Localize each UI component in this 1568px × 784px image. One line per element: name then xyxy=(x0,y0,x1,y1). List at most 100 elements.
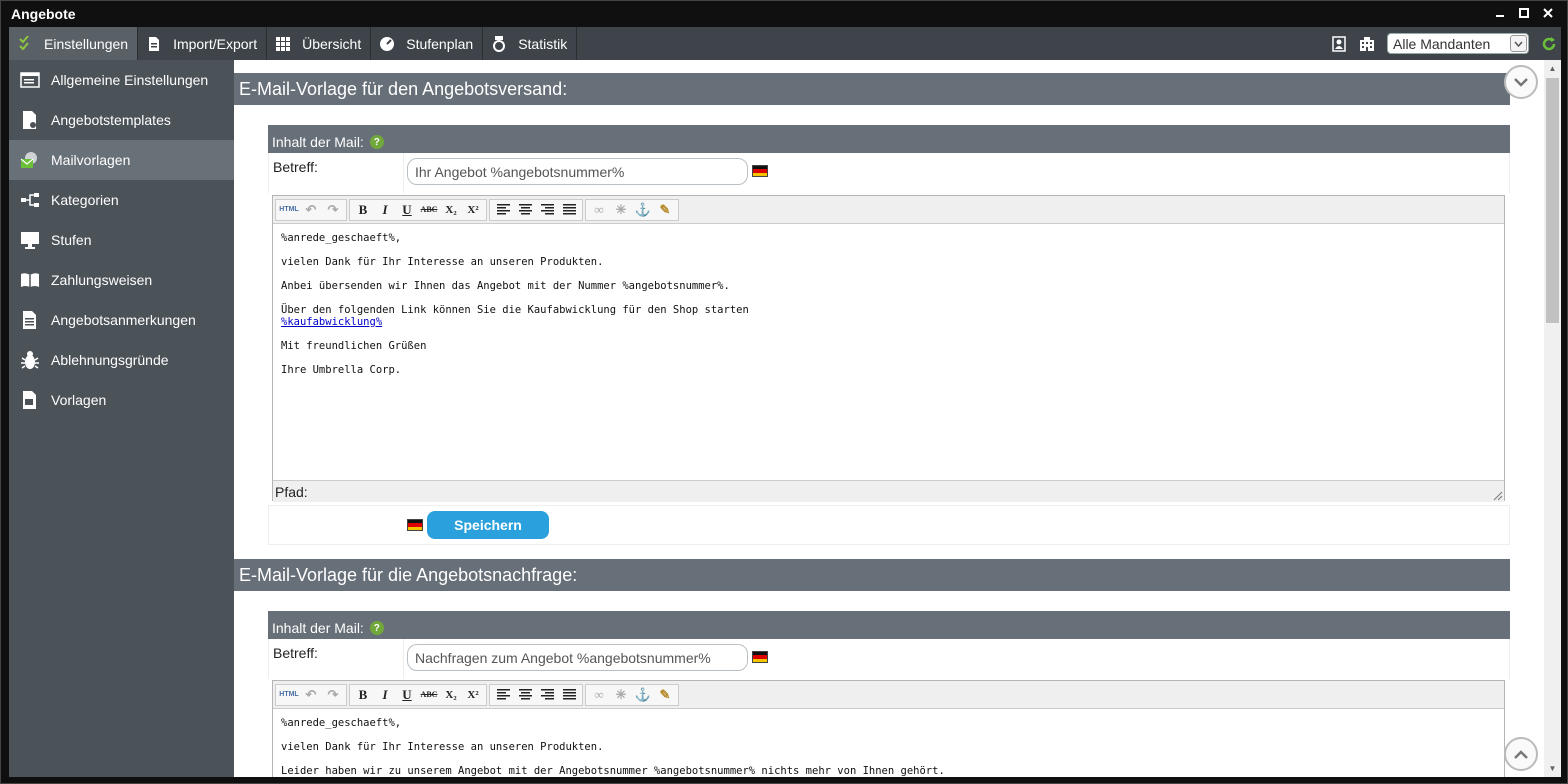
body-line: Ihre Umbrella Corp. xyxy=(281,364,402,376)
german-flag-icon[interactable] xyxy=(752,165,768,177)
italic-button[interactable]: I xyxy=(374,200,396,220)
kaufabwicklung-link[interactable]: %kaufabwicklung% xyxy=(281,316,382,328)
save-button[interactable]: Speichern xyxy=(427,511,549,539)
align-left-icon[interactable] xyxy=(492,200,514,220)
align-justify-icon[interactable] xyxy=(558,685,580,705)
html-source-button[interactable]: HTML xyxy=(278,200,300,220)
window-title: Angebote xyxy=(11,6,76,22)
scroll-down-arrow-icon[interactable]: ▼ xyxy=(1544,760,1561,777)
sidebar-item-stufen[interactable]: Stufen xyxy=(9,220,234,260)
align-center-icon[interactable] xyxy=(514,200,536,220)
scrollbar-thumb[interactable] xyxy=(1546,78,1559,323)
anchor-icon[interactable]: ⚓ xyxy=(632,200,654,220)
sidebar-item-zahlungsweisen[interactable]: Zahlungsweisen xyxy=(9,260,234,300)
scroll-up-arrow-icon[interactable]: ▲ xyxy=(1544,60,1561,77)
align-center-icon[interactable] xyxy=(514,685,536,705)
sidebar-item-angebotstemplates[interactable]: Angebotstemplates xyxy=(9,100,234,140)
unlink-icon[interactable]: ✳ xyxy=(610,200,632,220)
bold-button[interactable]: B xyxy=(352,685,374,705)
hierarchy-icon xyxy=(19,189,41,211)
subject-input[interactable]: Ihr Angebot %angebotsnummer% xyxy=(407,158,748,185)
help-icon[interactable]: ? xyxy=(369,621,384,635)
align-left-icon[interactable] xyxy=(492,685,514,705)
editor-body[interactable]: %anrede_geschaeft%, vielen Dank für Ihr … xyxy=(273,224,1504,480)
tab-statistik[interactable]: Statistik xyxy=(483,27,578,60)
tab-uebersicht[interactable]: Übersicht xyxy=(267,27,372,60)
anchor-icon[interactable]: ⚓ xyxy=(632,685,654,705)
superscript-button[interactable]: X² xyxy=(462,685,484,705)
tab-einstellungen[interactable]: Einstellungen xyxy=(9,27,139,60)
editor-group-source: HTML ↶ ↷ xyxy=(275,198,347,221)
sidebar-item-vorlagen[interactable]: Vorlagen xyxy=(9,380,234,420)
superscript-button[interactable]: X² xyxy=(462,200,484,220)
subject-row: Betreff: Ihr Angebot %angebotsnummer% xyxy=(268,153,1510,193)
undo-icon[interactable]: ↶ xyxy=(300,200,322,220)
body-line: %anrede_geschaeft%, xyxy=(281,232,402,244)
mail-template-nachfrage: Inhalt der Mail: ? Betreff: Nachfragen z… xyxy=(268,611,1510,777)
maximize-icon[interactable] xyxy=(1515,4,1533,22)
tab-label: Stufenplan xyxy=(406,35,474,52)
subscript-button[interactable]: X₂ xyxy=(440,685,462,705)
main-content: E-Mail-Vorlage für den Angebotsversand: … xyxy=(234,60,1544,777)
window-list-icon xyxy=(19,69,41,91)
sidebar-item-ablehnungsgruende[interactable]: Ablehnungsgründe xyxy=(9,340,234,380)
close-icon[interactable] xyxy=(1539,4,1557,22)
editor-group-link: ∞ ✳ ⚓ ✎ xyxy=(585,198,679,221)
strikethrough-button[interactable]: ABC xyxy=(418,200,440,220)
checklist-icon xyxy=(17,35,33,52)
scroll-down-button[interactable] xyxy=(1504,65,1538,99)
gauge-icon xyxy=(379,36,395,52)
cleanup-brush-icon[interactable]: ✎ xyxy=(654,685,676,705)
german-flag-icon[interactable] xyxy=(407,519,423,531)
link-icon[interactable]: ∞ xyxy=(588,685,610,705)
minimize-icon[interactable] xyxy=(1491,4,1509,22)
refresh-icon[interactable] xyxy=(1541,36,1557,52)
scroll-up-button[interactable] xyxy=(1504,737,1538,771)
italic-button[interactable]: I xyxy=(374,685,396,705)
mandant-select[interactable]: Alle Mandanten xyxy=(1387,33,1529,54)
subscript-button[interactable]: X₂ xyxy=(440,200,462,220)
unlink-icon[interactable]: ✳ xyxy=(610,685,632,705)
tab-label: Übersicht xyxy=(302,35,362,52)
underline-button[interactable]: U xyxy=(396,200,418,220)
building-icon[interactable] xyxy=(1359,36,1375,52)
mail-content-label: Inhalt der Mail: xyxy=(272,620,364,636)
sidebar-item-label: Stufen xyxy=(51,232,92,248)
sidebar-item-label: Ablehnungsgründe xyxy=(51,352,169,368)
body-line: Anbei übersenden wir Ihnen das Angebot m… xyxy=(281,280,730,292)
chevron-down-icon[interactable] xyxy=(1510,35,1527,52)
editor-group-align xyxy=(489,683,583,706)
tab-import-export[interactable]: Import/Export xyxy=(138,27,268,60)
subject-row: Betreff: Nachfragen zum Angebot %angebot… xyxy=(268,639,1510,679)
redo-icon[interactable]: ↷ xyxy=(322,200,344,220)
sidebar-item-kategorien[interactable]: Kategorien xyxy=(9,180,234,220)
cleanup-brush-icon[interactable]: ✎ xyxy=(654,200,676,220)
toolbar-right: Alle Mandanten xyxy=(1331,27,1561,60)
align-right-icon[interactable] xyxy=(536,200,558,220)
editor-body[interactable]: %anrede_geschaeft%, vielen Dank für Ihr … xyxy=(273,709,1504,777)
help-icon[interactable]: ? xyxy=(369,135,384,149)
sidebar-item-mailvorlagen[interactable]: Mailvorlagen xyxy=(9,140,234,180)
resize-handle-icon[interactable] xyxy=(1493,491,1503,501)
mail-content-label: Inhalt der Mail: xyxy=(272,134,364,150)
sidebar-item-allgemeine-einstellungen[interactable]: Allgemeine Einstellungen xyxy=(9,60,234,100)
link-icon[interactable]: ∞ xyxy=(588,200,610,220)
user-icon[interactable] xyxy=(1331,35,1347,52)
html-source-button[interactable]: HTML xyxy=(278,685,300,705)
german-flag-icon[interactable] xyxy=(752,651,768,663)
mail-content-header: Inhalt der Mail: ? xyxy=(268,611,1510,639)
undo-icon[interactable]: ↶ xyxy=(300,685,322,705)
bold-button[interactable]: B xyxy=(352,200,374,220)
tab-stufenplan[interactable]: Stufenplan xyxy=(371,27,484,60)
align-right-icon[interactable] xyxy=(536,685,558,705)
align-justify-icon[interactable] xyxy=(558,200,580,220)
sidebar-item-angebotsanmerkungen[interactable]: Angebotsanmerkungen xyxy=(9,300,234,340)
body-line: vielen Dank für Ihr Interesse an unseren… xyxy=(281,741,604,753)
redo-icon[interactable]: ↷ xyxy=(322,685,344,705)
underline-button[interactable]: U xyxy=(396,685,418,705)
vertical-scrollbar[interactable]: ▲ ▼ xyxy=(1544,60,1561,777)
subject-label: Betreff: xyxy=(273,645,318,661)
file-image-icon xyxy=(19,389,41,411)
strikethrough-button[interactable]: ABC xyxy=(418,685,440,705)
subject-input[interactable]: Nachfragen zum Angebot %angebotsnummer% xyxy=(407,644,748,671)
